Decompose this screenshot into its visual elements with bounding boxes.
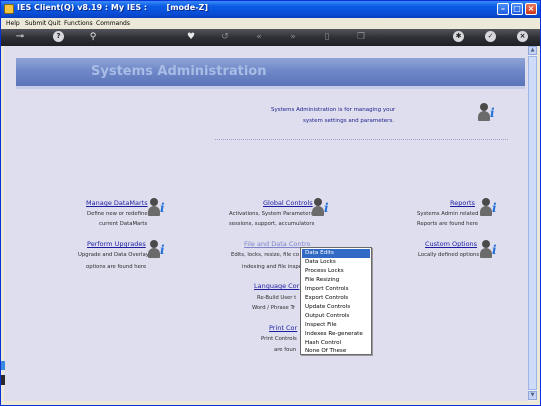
global-controls-desc-1: Activations, System Parameters, [229,211,316,217]
global-controls-desc-2: sessions, support, accumulators [229,221,315,227]
minimize-icon: – [501,4,505,13]
perform-upgrades-link[interactable]: Perform Upgrades [87,240,146,248]
language-controls-desc-1: Re-Build User t [257,295,297,301]
scroll-thumb[interactable] [528,56,537,390]
page-header: Systems Administration [16,58,525,86]
perform-upgrades-desc-1: Upgrade and Data Overlay [78,252,149,258]
menu-option-process-locks[interactable]: Process Locks [302,267,370,276]
title-bar[interactable]: IES Client(Q) v8.19 : My IES : [mode-Z] … [1,1,540,18]
custom-options-icon[interactable]: i [480,239,502,259]
divider [215,139,508,140]
menu-option-inspect-file[interactable]: Inspect File [302,321,370,330]
menu-option-file-resizing[interactable]: File Resizing [302,276,370,285]
file-data-controls-desc-2: indexing and file inspe [242,264,302,270]
menu-bar: Help Submit Quit Functions Commands [1,18,540,29]
close-button[interactable]: × [525,3,537,15]
custom-options-link[interactable]: Custom Options [425,240,477,248]
document-icon[interactable]: ▯ [321,31,333,43]
menu-commands[interactable]: Commands [96,20,130,27]
refresh-icon[interactable]: ↺ [219,31,231,43]
maximize-button[interactable]: □ [511,3,523,15]
menu-option-export-controls[interactable]: Export Controls [302,294,370,303]
manage-datamarts-desc-2: current DataMarts [99,221,148,227]
page-title: Systems Administration [91,64,267,79]
window-title: IES Client(Q) v8.19 : My IES : [mode-Z] [17,3,208,12]
file-data-controls-desc-1: Edits, locks, resize, file co [231,252,300,258]
reports-desc-2: Reports are found here [417,221,479,227]
menu-help[interactable]: Help [6,20,20,27]
intro-line-1: Systems Administration is for managing y… [271,107,396,113]
print-controls-desc-2: are foun [274,347,297,353]
back-icon[interactable]: « [253,31,265,43]
toolbar: ⊸ ? ⚲ ♥ ↺ « » ▯ ❐ ✱ ✓ × [1,29,540,46]
app-icon [4,4,14,14]
maximize-icon: □ [513,4,521,13]
check-icon[interactable]: ✓ [485,31,496,42]
manage-datamarts-icon[interactable]: i [148,197,170,217]
header-strip [16,86,525,89]
intro-line-2: system settings and parameters. [303,118,395,124]
search-icon[interactable]: ⚲ [87,31,99,43]
perform-upgrades-icon[interactable]: i [148,239,170,259]
language-controls-desc-2: Word / Phrase Tr [252,305,296,311]
perform-upgrades-desc-2: options are found here [86,264,147,270]
menu-option-indexes-regenerate[interactable]: Indexes Re-generate [302,330,370,339]
scroll-down-icon[interactable]: ▼ [528,391,537,400]
scroll-up-icon[interactable]: ▲ [528,46,537,55]
menu-option-none-of-these[interactable]: None Of These [302,347,370,356]
admin-info-icon: i [478,102,500,122]
menu-option-import-controls[interactable]: Import Controls [302,285,370,294]
reports-desc-1: Systems Admin related [417,211,479,217]
file-data-controls-menu: Data Edits Data Locks Process Locks File… [300,247,372,355]
main-content: Systems Administration Systems Administr… [4,46,537,401]
menu-functions[interactable]: Functions [64,20,93,27]
key-icon[interactable]: ⊸ [9,31,31,43]
manage-datamarts-desc-1: Define new or redefine [87,211,148,217]
manage-datamarts-link[interactable]: Manage DataMarts [86,199,148,207]
language-controls-link[interactable]: Language Cor [254,282,299,290]
vertical-scrollbar[interactable]: ▲ ▼ [528,46,537,401]
global-controls-icon[interactable]: i [312,197,334,217]
side-tab-dark[interactable] [1,375,5,385]
reports-icon[interactable]: i [480,197,502,217]
minimize-button[interactable]: – [497,3,509,15]
menu-option-output-controls[interactable]: Output Controls [302,312,370,321]
app-window: IES Client(Q) v8.19 : My IES : [mode-Z] … [0,0,541,406]
toolbar-close-icon[interactable]: × [517,31,528,42]
settings-icon[interactable]: ✱ [453,31,464,42]
global-controls-link[interactable]: Global Controls [263,199,313,207]
menu-option-update-controls[interactable]: Update Controls [302,303,370,312]
copy-icon[interactable]: ❐ [355,31,367,43]
print-controls-desc-1: Print Controls [261,336,297,342]
menu-quit[interactable]: Quit [48,20,61,27]
custom-options-desc-1: Locally defined options [418,252,480,258]
side-tab-blue[interactable] [1,361,5,370]
close-icon: × [527,4,535,13]
heart-icon[interactable]: ♥ [185,31,197,43]
forward-icon[interactable]: » [287,31,299,43]
menu-option-data-locks[interactable]: Data Locks [302,258,370,267]
help-icon[interactable]: ? [53,31,64,42]
print-controls-link[interactable]: Print Cor [269,324,297,332]
menu-submit[interactable]: Submit [25,20,46,27]
menu-option-data-edits[interactable]: Data Edits [302,249,370,258]
reports-link[interactable]: Reports [450,199,475,207]
